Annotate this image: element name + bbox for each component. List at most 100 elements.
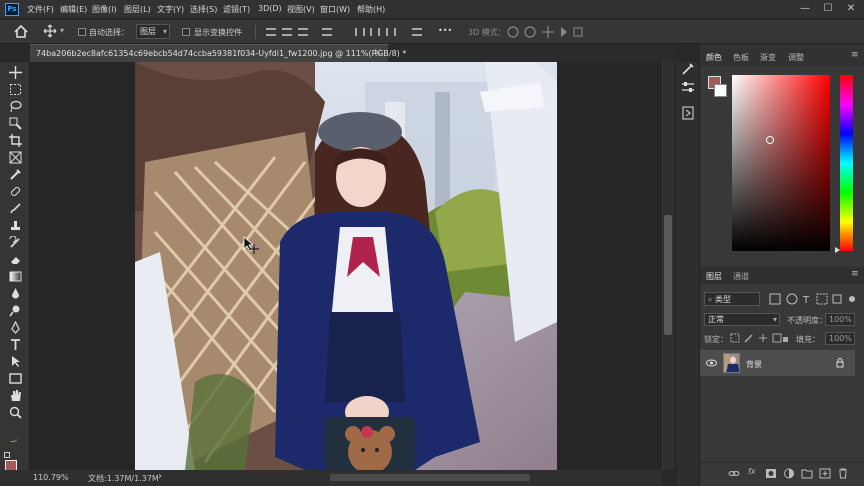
close-button[interactable]: ✕ [843, 2, 859, 16]
hand-tool-icon[interactable] [9, 389, 22, 402]
layer-thumbnail [723, 353, 740, 373]
lock-icon[interactable] [836, 358, 844, 368]
zoom-level[interactable]: 110.79% [33, 473, 69, 482]
zoom-tool-icon[interactable] [9, 406, 22, 419]
mask-icon[interactable] [765, 468, 777, 479]
properties-panel-icon[interactable] [681, 80, 695, 94]
smart-object-filter-icon [832, 294, 842, 304]
align-top-icon[interactable] [322, 28, 332, 36]
home-icon[interactable] [14, 25, 28, 38]
delete-icon[interactable] [837, 468, 849, 479]
menu-image[interactable]: 图像(I) [92, 4, 117, 15]
crop-tool-icon[interactable] [9, 134, 22, 147]
tab-gradients[interactable]: 渐变 [760, 52, 776, 63]
distribute-left-icon[interactable] [412, 28, 422, 36]
new-layer-icon[interactable] [819, 468, 831, 479]
horizontal-scroll-thumb[interactable] [330, 474, 530, 481]
blend-mode-dropdown[interactable]: 正常 ▾ [704, 313, 780, 326]
3d-orbit-icon [507, 26, 519, 38]
pen-tool-icon[interactable] [9, 321, 22, 334]
quick-selection-tool-icon[interactable] [9, 117, 22, 130]
dodge-tool-icon[interactable] [9, 304, 22, 317]
document-tab[interactable]: 74ba206b2ec8afc61354c69ebcb54d74ccba5938… [30, 44, 406, 62]
lock-icons[interactable] [730, 333, 788, 344]
move-tool-icon[interactable] [43, 24, 57, 38]
menu-window[interactable]: 窗口(W) [320, 4, 350, 15]
panel-menu-icon[interactable]: ≡ [851, 50, 859, 60]
move-tool-icon[interactable] [9, 66, 22, 79]
distribute-middle-icon[interactable] [370, 28, 380, 36]
menu-help[interactable]: 帮助(H) [357, 4, 385, 15]
rectangle-tool-icon[interactable] [9, 372, 22, 385]
align-right-icon[interactable] [298, 28, 308, 36]
auto-select-dropdown[interactable]: 图层 ▾ [136, 24, 170, 39]
blur-tool-icon[interactable] [9, 287, 22, 300]
auto-select-checkbox[interactable] [78, 28, 86, 36]
menu-type[interactable]: 文字(Y) [157, 4, 184, 15]
status-menu-arrow[interactable]: › [158, 471, 162, 482]
opacity-input[interactable]: 100% [825, 313, 855, 326]
tab-channels[interactable]: 通道 [733, 271, 749, 282]
type-tool-icon[interactable] [9, 338, 22, 351]
menu-layer[interactable]: 图层(L) [124, 4, 151, 15]
close-tab-icon[interactable]: × [374, 47, 382, 58]
background-color-swatch[interactable] [714, 84, 727, 97]
menu-select[interactable]: 选择(S) [190, 4, 217, 15]
tab-swatches[interactable]: 色板 [733, 52, 749, 63]
show-transform-checkbox[interactable] [182, 28, 190, 36]
eraser-tool-icon[interactable] [9, 253, 22, 266]
menu-3d[interactable]: 3D(D) [258, 4, 282, 13]
healing-brush-tool-icon[interactable] [9, 185, 22, 198]
maximize-button[interactable]: ☐ [820, 2, 836, 16]
menu-view[interactable]: 视图(V) [287, 4, 315, 15]
gradient-tool-icon[interactable] [9, 270, 22, 283]
fill-input[interactable]: 100% [825, 332, 855, 345]
filter-toggle-icon [849, 296, 855, 302]
menu-edit[interactable]: 编辑(E) [60, 4, 87, 15]
layers-tab-bar [700, 268, 864, 284]
lasso-tool-icon[interactable] [9, 100, 22, 113]
eyedropper-tool-icon[interactable] [9, 168, 22, 181]
chevron-down-icon[interactable]: ▾ [60, 26, 64, 35]
character-panel-icon[interactable] [681, 106, 695, 120]
layer-filter-icons[interactable]: T [769, 293, 857, 305]
eye-icon[interactable] [706, 359, 717, 367]
distribute-top-icon[interactable] [355, 28, 365, 36]
history-brush-tool-icon[interactable] [9, 236, 22, 249]
color-field[interactable] [732, 75, 830, 251]
brush-tool-icon[interactable] [9, 202, 22, 215]
document-image[interactable] [135, 62, 557, 470]
menu-filter[interactable]: 滤镜(T) [223, 4, 250, 15]
history-panel-icon[interactable] [681, 62, 695, 76]
color-picker-cursor[interactable] [766, 136, 774, 144]
fx-icon[interactable]: fx [748, 467, 756, 476]
hue-slider-handle[interactable] [835, 247, 840, 253]
lock-pixels-icon [744, 334, 753, 343]
frame-tool-icon[interactable] [9, 151, 22, 164]
3d-slide-icon [561, 27, 567, 37]
vertical-scroll-thumb[interactable] [664, 215, 672, 335]
group-icon[interactable] [801, 468, 813, 479]
align-left-icon[interactable] [266, 28, 276, 36]
clone-stamp-tool-icon[interactable] [9, 219, 22, 232]
minimize-button[interactable]: — [797, 2, 813, 16]
path-selection-tool-icon[interactable] [9, 355, 22, 368]
menu-file[interactable]: 文件(F) [27, 4, 54, 15]
distribute-bottom-icon[interactable] [386, 28, 396, 36]
layer-name[interactable]: 背景 [746, 359, 762, 370]
default-colors-icon[interactable] [4, 452, 10, 458]
blend-mode-value: 正常 [708, 315, 724, 324]
tools-panel [0, 62, 30, 486]
layer-kind-filter[interactable]: ⌕ 类型 [704, 292, 760, 306]
marquee-tool-icon[interactable] [9, 83, 22, 96]
layers-menu-icon[interactable]: ≡ [851, 269, 859, 279]
tab-layers[interactable]: 图层 [706, 271, 722, 282]
align-center-icon[interactable] [282, 28, 292, 36]
panel-icon-strip [675, 62, 700, 486]
more-options-icon[interactable]: ••• [438, 26, 452, 35]
adjustment-icon[interactable] [783, 468, 795, 479]
link-icon[interactable] [728, 468, 740, 479]
tab-adjustments[interactable]: 调整 [788, 52, 804, 63]
hue-slider[interactable] [840, 75, 853, 251]
tab-color[interactable]: 颜色 [706, 52, 722, 63]
